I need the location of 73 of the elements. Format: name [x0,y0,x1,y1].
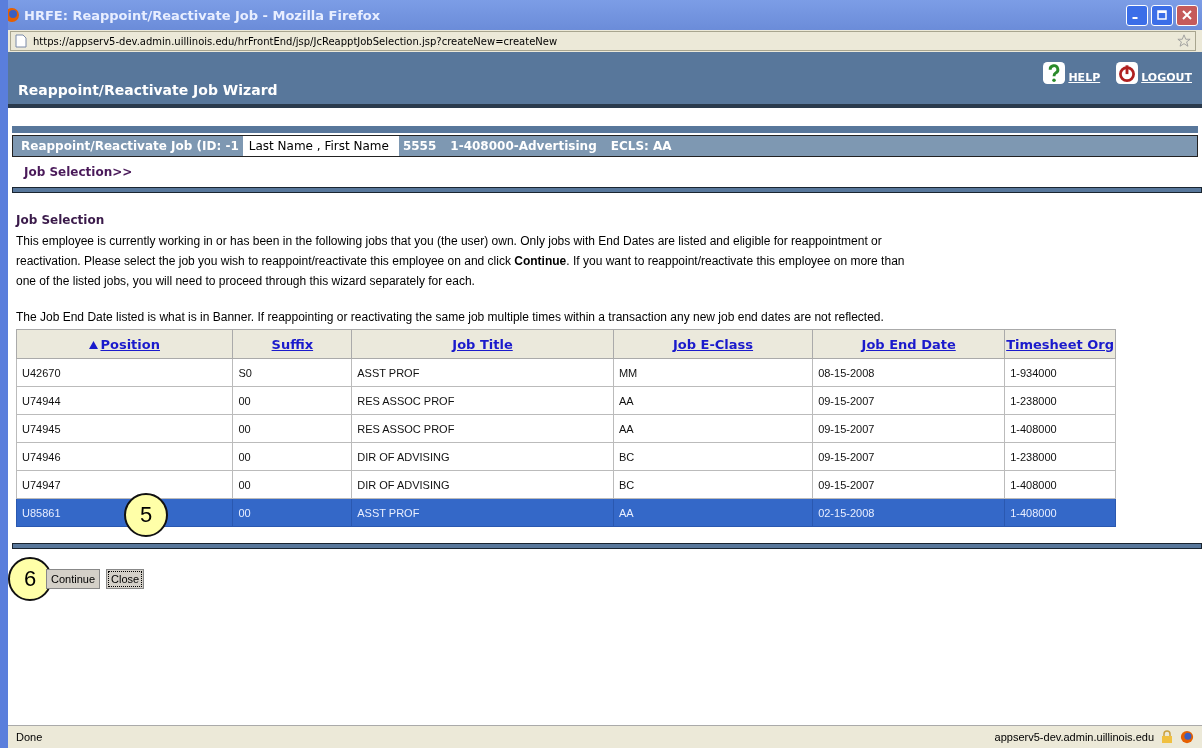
org-label: 1-408000-Advertising [450,139,597,153]
form-button[interactable]: Close [106,569,145,589]
table-cell[interactable]: RES ASSOC PROF [357,394,455,407]
table-cell[interactable]: U74945 [22,422,61,435]
table-cell[interactable]: U42670 [22,366,61,379]
table-cell[interactable]: BC [618,450,635,463]
table-cell[interactable]: 00 [238,394,251,407]
table-cell[interactable]: DIR OF ADVISING [357,450,450,463]
employee-id-suffix: 5555 [402,139,437,153]
page-icon [15,34,27,48]
ecls-label: ECLS: AA [610,139,672,153]
instruction-text: This employee is currently working in or has been in the following jobs that you (the user) own. Only jobs with End Dates are listed and eligible for reappointment or reactivation. Please select the job you wish to reappoint/reactivate this employee on and click Continue. If you want to reappoint/reactivate this employee on more than one of the listed jobs, you will need to proceed through this wizard separately for each. [16,233,906,290]
job-id-label: Reappoint/Reactivate Job (ID: -1 [21,139,239,153]
step-callout: 6 [8,557,52,601]
star-icon[interactable] [1177,34,1191,48]
header-link[interactable]: LOGOUT [1116,62,1192,84]
table-cell[interactable]: 09-15-2007 [818,478,875,491]
breadcrumb: Job Selection>> [22,164,134,179]
close-button[interactable] [1176,4,1198,26]
table-cell[interactable]: DIR OF ADVISING [357,478,450,491]
close-icon [1182,10,1192,20]
minimize-button[interactable] [1126,4,1148,26]
table-cell[interactable]: 1-238000 [1010,450,1057,463]
table-cell[interactable]: 09-15-2007 [818,394,875,407]
section-title: Job Selection [16,213,106,227]
table-cell[interactable]: 09-15-2007 [818,422,875,435]
maximize-icon [1157,10,1167,20]
table-cell[interactable]: 1-934000 [1010,366,1057,379]
sort-up-icon [89,340,99,349]
table-cell[interactable]: 00 [238,506,251,519]
column-header-link[interactable]: Job Title [452,336,513,352]
step-callout: 5 [124,493,168,537]
firefox-icon [8,7,20,23]
table-cell[interactable]: MM [618,366,638,379]
page-title: Reappoint/Reactivate Job Wizard [18,82,278,98]
table-cell[interactable]: BC [618,478,635,491]
table-cell[interactable]: ASST PROF [357,366,420,379]
table-cell[interactable]: ASST PROF [357,506,420,519]
table-cell[interactable]: 00 [238,450,251,463]
header-link[interactable]: HELP [1043,62,1101,84]
table-cell[interactable]: 09-15-2007 [818,450,875,463]
table-cell[interactable]: AA [618,506,634,519]
table-cell[interactable]: U85861 [22,506,61,519]
column-header-link[interactable]: Position [89,336,160,352]
table-cell[interactable]: 08-15-2008 [818,366,875,379]
minimize-icon [1132,17,1138,19]
table-cell[interactable]: AA [618,394,634,407]
table-cell[interactable]: AA [618,422,634,435]
firefox-icon [1180,730,1194,744]
table-cell[interactable]: 1-408000 [1010,506,1057,519]
table-cell[interactable]: 00 [238,478,251,491]
table-cell[interactable]: U74947 [22,478,61,491]
instruction-text: The Job End Date listed is what is in Banner. If reappointing or reactivating the same job multiple times within a transaction any new job end dates are not reflected. [16,309,885,326]
maximize-button[interactable] [1151,4,1173,26]
table-cell[interactable]: 1-408000 [1010,422,1057,435]
address-field[interactable]: https://appserv5-dev.admin.uillinois.edu/hrFrontEnd/jsp/JcReapptJobSelection.jsp?createNew=createNew [10,31,1196,51]
power-icon [1116,62,1139,84]
table-cell[interactable]: RES ASSOC PROF [357,422,455,435]
table-cell[interactable]: U74944 [22,394,61,407]
table-cell[interactable]: 1-238000 [1010,394,1057,407]
status-text: Done [16,731,44,743]
status-host: appserv5-dev.admin.uillinois.edu [994,731,1154,743]
column-header-link[interactable]: Suffix [271,336,314,352]
table-cell[interactable]: U74946 [22,450,61,463]
table-cell[interactable]: 1-408000 [1010,478,1057,491]
window-title: HRFE: Reappoint/Reactivate Job - Mozilla Firefox [24,7,382,23]
question-icon [1043,62,1066,84]
form-button[interactable]: Continue [46,569,101,589]
table-cell[interactable]: 02-15-2008 [818,506,875,519]
employee-name: Last Name , First Name [242,136,399,156]
table-cell[interactable]: S0 [238,366,252,379]
lock-icon [1160,730,1174,744]
table-cell[interactable]: 00 [238,422,251,435]
